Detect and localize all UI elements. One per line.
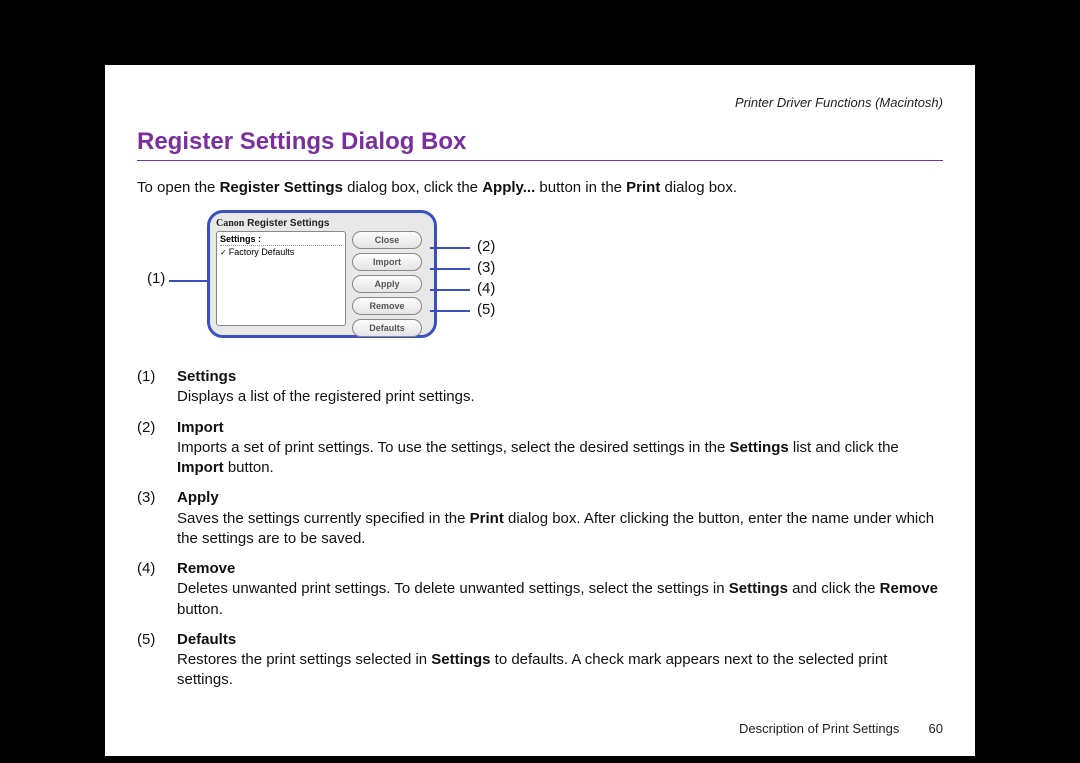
settings-listbox-label: Settings : — [220, 234, 342, 246]
description-text: Saves the settings currently specified i… — [177, 510, 470, 527]
intro-text: dialog box. — [660, 179, 737, 196]
settings-item-factory-defaults[interactable]: Factory Defaults — [220, 247, 342, 257]
register-settings-dialog: Canon Register Settings Settings : Facto… — [207, 210, 437, 338]
import-button[interactable]: Import — [352, 253, 422, 271]
dialog-button-column: Close Import Apply Remove Defaults — [352, 231, 422, 337]
description-item-title: Import — [177, 419, 224, 436]
intro-text: button in the — [535, 179, 626, 196]
description-text: Deletes unwanted print settings. To dele… — [177, 580, 729, 597]
page: Printer Driver Functions (Macintosh) Reg… — [105, 65, 975, 756]
description-item-body: Import Imports a set of print settings. T… — [177, 418, 943, 479]
description-item-body: Settings Displays a list of the registere… — [177, 367, 943, 408]
lead-line-3 — [430, 268, 470, 270]
intro-paragraph: To open the Register Settings dialog box… — [137, 179, 943, 196]
callout-3: (3) — [477, 259, 495, 276]
intro-bold-print: Print — [626, 179, 660, 196]
lead-line-2 — [430, 247, 470, 249]
callout-5: (5) — [477, 301, 495, 318]
intro-bold-apply: Apply... — [482, 179, 535, 196]
description-bold: Settings — [729, 580, 788, 597]
remove-button[interactable]: Remove — [352, 297, 422, 315]
description-bold: Remove — [880, 580, 938, 597]
footer-text: Description of Print Settings — [739, 721, 899, 736]
apply-button[interactable]: Apply — [352, 275, 422, 293]
description-text: Imports a set of print settings. To use … — [177, 439, 730, 456]
description-item-number: (5) — [137, 630, 177, 691]
description-item: (1)Settings Displays a list of the regist… — [137, 367, 943, 408]
description-item-number: (3) — [137, 488, 177, 549]
description-item: (2)Import Imports a set of print settings… — [137, 418, 943, 479]
description-item-number: (2) — [137, 418, 177, 479]
callout-2: (2) — [477, 238, 495, 255]
description-bold: Settings — [431, 651, 490, 668]
description-list: (1)SettingsDisplays a list of the regist… — [137, 367, 943, 691]
description-item-title: Defaults — [177, 631, 236, 648]
page-title: Register Settings Dialog Box — [137, 128, 943, 161]
close-button[interactable]: Close — [352, 231, 422, 249]
dialog-body: Settings : Factory Defaults Close Import… — [216, 231, 428, 337]
lead-line-5 — [430, 310, 470, 312]
description-bold: Import — [177, 459, 224, 476]
description-item-title: Apply — [177, 489, 219, 506]
description-item-body: Defaults Restores the print settings sele… — [177, 630, 943, 691]
intro-text: To open the — [137, 179, 220, 196]
description-item-title: Settings — [177, 368, 236, 385]
description-text: list and click the — [789, 439, 899, 456]
description-item-title: Remove — [177, 560, 235, 577]
description-text: Restores the print settings selected in — [177, 651, 431, 668]
defaults-button[interactable]: Defaults — [352, 319, 422, 337]
description-item-number: (1) — [137, 367, 177, 408]
callout-1: (1) — [147, 270, 165, 287]
lead-line-4 — [430, 289, 470, 291]
dialog-titlebar: Canon Register Settings — [216, 218, 428, 229]
intro-text: dialog box, click the — [343, 179, 482, 196]
lead-line-1 — [169, 280, 207, 282]
dialog-figure: (1) Canon Register Settings Settings : F… — [147, 210, 717, 345]
description-item: (3)Apply Saves the settings currently spe… — [137, 488, 943, 549]
description-text: button. — [177, 601, 223, 618]
description-item-body: Apply Saves the settings currently specif… — [177, 488, 943, 549]
description-item: (4)RemoveDeletes unwanted print settings… — [137, 559, 943, 620]
description-item: (5)Defaults Restores the print settings s… — [137, 630, 943, 691]
settings-listbox[interactable]: Settings : Factory Defaults — [216, 231, 346, 326]
header-section: Printer Driver Functions (Macintosh) — [137, 95, 943, 110]
description-bold: Print — [470, 510, 504, 527]
description-text: and click the — [788, 580, 880, 597]
description-bold: Settings — [730, 439, 789, 456]
brand-logo: Canon — [216, 218, 244, 229]
description-text: Displays a list of the registered print … — [177, 388, 475, 405]
dialog-title-text: Register Settings — [247, 218, 329, 229]
callout-4: (4) — [477, 280, 495, 297]
description-item-number: (4) — [137, 559, 177, 620]
footer-page-number: 60 — [903, 721, 943, 736]
intro-bold-register: Register Settings — [220, 179, 343, 196]
description-text: button. — [224, 459, 274, 476]
page-footer: Description of Print Settings 60 — [137, 721, 943, 736]
description-item-body: Remove Deletes unwanted print settings. T… — [177, 559, 943, 620]
